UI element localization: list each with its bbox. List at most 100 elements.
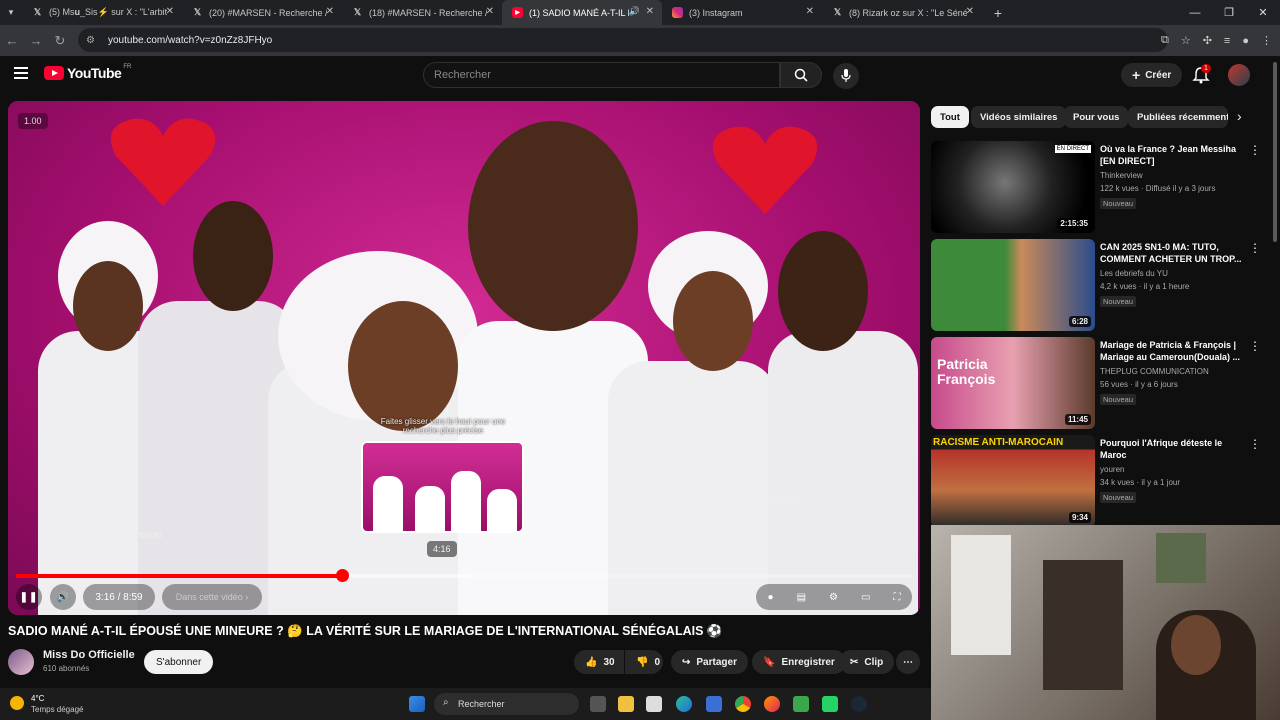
search-button[interactable] xyxy=(780,62,822,88)
store-icon[interactable] xyxy=(706,696,722,712)
channel-name[interactable]: Miss Do Officielle xyxy=(43,649,135,661)
bookmark-icon: 🔖 xyxy=(763,656,776,668)
close-window-icon[interactable]: ✕ xyxy=(1246,6,1280,19)
close-icon[interactable]: ✕ xyxy=(646,6,654,17)
recommendation-item[interactable]: Patricia François 11:45 Mariage de Patri… xyxy=(931,337,1271,431)
steam-icon[interactable] xyxy=(851,696,867,712)
volume-icon: 🔊 xyxy=(56,591,70,603)
duration-badge: 2:15:35 xyxy=(1057,218,1091,229)
tab-4-active[interactable]: ▶ (1) SADIO MANÉ A-T-IL ÉPO🔊 ✕ xyxy=(502,0,662,25)
tab-5[interactable]: (3) Instagram ✕ xyxy=(662,0,822,25)
menu-icon[interactable] xyxy=(14,67,28,81)
close-icon[interactable]: ✕ xyxy=(486,6,494,17)
page-scrollbar[interactable] xyxy=(1270,56,1280,246)
firefox-icon[interactable] xyxy=(764,696,780,712)
channel-avatar[interactable] xyxy=(8,649,34,675)
settings-gear-icon[interactable]: ⚙ xyxy=(829,592,838,603)
forward-icon[interactable]: → xyxy=(24,33,48,48)
close-icon[interactable]: ✕ xyxy=(326,6,334,17)
recommendation-item[interactable]: EN DIRECT 2:15:35 Où va la France ? Jean… xyxy=(931,141,1271,235)
thumbs-up-icon: 👍 xyxy=(585,656,598,668)
time-display: 3:16 / 8:59 xyxy=(83,584,155,610)
task-view-icon[interactable] xyxy=(590,696,606,712)
file-explorer-icon[interactable] xyxy=(618,696,634,712)
channel-row: Miss Do Officielle 610 abonnés S'abonner… xyxy=(8,646,920,680)
chip-recent[interactable]: Publiées récemment xyxy=(1128,106,1228,128)
windows-start-icon[interactable] xyxy=(409,696,425,712)
chevron-right-icon[interactable]: › xyxy=(1237,108,1242,124)
more-vertical-icon[interactable]: ⋮ xyxy=(1249,241,1261,255)
weather-temp: 4°C xyxy=(31,694,45,703)
video-player[interactable]: MAGVISION MAGVISION 1.00 Faites glisser … xyxy=(8,101,920,615)
taskbar-search[interactable]: ⌕ Rechercher xyxy=(434,693,579,715)
close-icon[interactable]: ✕ xyxy=(966,6,974,17)
tab-1[interactable]: 𝕏 (5) Ms𝐮_Sis⚡ sur X : "L'arbitre ✕ xyxy=(22,0,182,25)
like-button[interactable]: 👍 30 xyxy=(574,650,624,674)
more-actions-button[interactable]: ⋯ xyxy=(896,650,920,674)
tab-3[interactable]: 𝕏 (18) #MARSEN - Recherche / X ✕ xyxy=(342,0,502,25)
tab-2[interactable]: 𝕏 (20) #MARSEN - Recherche / X ✕ xyxy=(182,0,342,25)
face xyxy=(673,271,753,371)
url-field[interactable]: ⚙ youtube.com/watch?v=z0nZz8JFHyo xyxy=(78,28,1168,52)
chrome-icon[interactable] xyxy=(735,696,751,712)
search-input[interactable]: Rechercher xyxy=(423,62,780,88)
dislike-button[interactable]: 👎 0 xyxy=(625,650,663,674)
media-icon[interactable]: ≡ xyxy=(1224,35,1230,47)
menu-kebab-icon[interactable]: ⋮ xyxy=(1261,34,1272,47)
chapters-button[interactable]: Dans cette vidéo › xyxy=(162,584,262,610)
clip-button[interactable]: ✂ Clip xyxy=(839,650,895,674)
edge-icon[interactable] xyxy=(676,696,692,712)
profile-icon[interactable]: ● xyxy=(1242,35,1249,47)
fullscreen-icon[interactable]: ⛶ xyxy=(893,592,900,603)
voice-search-button[interactable] xyxy=(833,63,859,89)
more-vertical-icon[interactable]: ⋮ xyxy=(1249,339,1261,353)
theater-mode-icon[interactable]: ▭ xyxy=(861,592,870,603)
account-avatar[interactable] xyxy=(1228,64,1250,86)
more-vertical-icon[interactable]: ⋮ xyxy=(1249,143,1261,157)
close-icon[interactable]: ✕ xyxy=(806,6,814,17)
chip-for-you[interactable]: Pour vous xyxy=(1064,106,1129,128)
new-tab-button[interactable]: + xyxy=(988,5,1008,21)
chip-all[interactable]: Tout xyxy=(931,106,969,128)
recommendation-item[interactable]: 6:28 CAN 2025 SN1-0 MA: TUTO, COMMENT AC… xyxy=(931,239,1271,333)
tab-6[interactable]: 𝕏 (8) Rizark oz sur X : "Le Sénégal ✕ xyxy=(822,0,982,25)
browser-actions: ⧉ ☆ ✣ ≡ ● ⋮ xyxy=(1161,25,1272,56)
close-icon[interactable]: ✕ xyxy=(166,6,174,17)
reload-icon[interactable]: ↻ xyxy=(48,33,72,49)
app-icon[interactable] xyxy=(822,696,838,712)
share-button[interactable]: ↪ Partager xyxy=(671,650,748,674)
subscribe-button[interactable]: S'abonner xyxy=(144,650,214,674)
notepad-icon[interactable] xyxy=(646,696,662,712)
progress-bar[interactable] xyxy=(16,569,912,582)
subtitles-icon[interactable]: ▤ xyxy=(797,592,806,603)
scrollbar-thumb[interactable] xyxy=(1273,62,1277,242)
volume-button[interactable]: 🔊 xyxy=(50,584,76,610)
chip-similar[interactable]: Vidéos similaires xyxy=(971,106,1067,128)
back-icon[interactable]: ← xyxy=(0,33,24,48)
x-icon: 𝕏 xyxy=(353,7,362,17)
recommendation-item[interactable]: RACISME ANTI-MAROCAIN 9:34 Pourquoi l'Af… xyxy=(931,435,1271,529)
tab-title: (1) SADIO MANÉ A-T-IL ÉPO xyxy=(529,7,629,18)
recommendation-channel: Les debriefs du YU xyxy=(1100,269,1168,278)
recommendation-channel: youren xyxy=(1100,465,1125,474)
create-button[interactable]: + Créer xyxy=(1121,63,1183,87)
shelf-shape xyxy=(1043,560,1123,690)
pause-button[interactable]: ❚❚ xyxy=(16,584,42,610)
app-icon[interactable] xyxy=(793,696,809,712)
autoplay-toggle-icon[interactable]: ● xyxy=(768,592,774,603)
recommendation-meta: 34 k vues · il y a 1 jour xyxy=(1100,478,1181,487)
recommendation-meta: 4,2 k vues · il y a 1 heure xyxy=(1100,282,1190,291)
extensions-icon[interactable]: ✣ xyxy=(1203,34,1212,47)
save-button[interactable]: 🔖 Enregistrer xyxy=(752,650,846,674)
speaker-icon[interactable]: 🔊 xyxy=(629,6,640,17)
install-icon[interactable]: ⧉ xyxy=(1161,34,1169,47)
restore-icon[interactable]: ❐ xyxy=(1212,6,1246,19)
site-info-icon[interactable]: ⚙ xyxy=(86,35,100,46)
youtube-logo[interactable]: YouTube FR xyxy=(44,64,131,81)
minimize-icon[interactable]: — xyxy=(1178,7,1212,19)
tab-search-icon[interactable]: ▾ xyxy=(0,7,22,18)
more-vertical-icon[interactable]: ⋮ xyxy=(1249,437,1261,451)
os-taskbar: 4°C Temps dégagé ⌕ Rechercher xyxy=(0,688,931,720)
thumbnail-label: RACISME ANTI-MAROCAIN xyxy=(933,437,1064,448)
bookmark-star-icon[interactable]: ☆ xyxy=(1181,34,1191,47)
